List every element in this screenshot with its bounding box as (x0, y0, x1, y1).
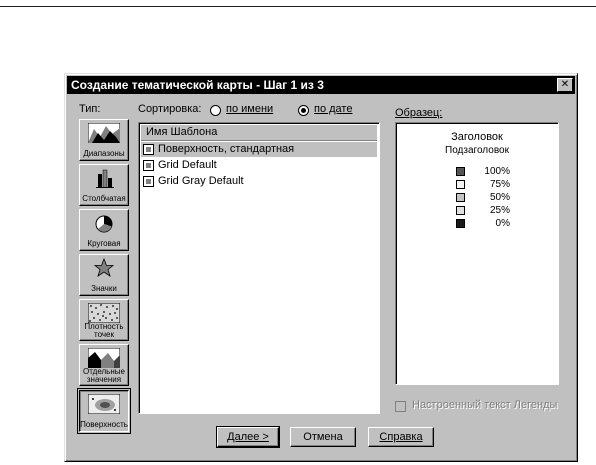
legend-swatch (456, 193, 465, 202)
sort-label: Сортировка: (138, 103, 202, 115)
legend-label: 100% (484, 166, 510, 177)
dialog-title: Создание тематической карты - Шаг 1 из 3 (71, 78, 324, 92)
next-button-label: Далее > (227, 431, 269, 443)
type-button-label: Круговая (87, 239, 121, 248)
list-item[interactable]: Grid Gray Default (141, 174, 377, 189)
type-button-ranges[interactable]: Диапазоны (79, 119, 129, 161)
legend-swatch (456, 180, 465, 189)
type-button-label: Диапазоны (83, 149, 125, 158)
type-button-label: Отдельные значения (83, 367, 125, 384)
dot-density-icon (88, 303, 120, 323)
sort-by-date-radio[interactable] (298, 105, 309, 116)
preview-label: Образец: (395, 107, 443, 119)
template-name-column-header: Имя Шаблона (146, 126, 218, 138)
type-button-symbols[interactable]: Значки (79, 254, 129, 296)
close-button[interactable]: ✕ (557, 78, 573, 92)
type-button-individual-values[interactable]: Отдельные значения (79, 344, 129, 386)
type-button-label: Значки (91, 284, 117, 293)
cancel-button-label: Отмена (303, 431, 343, 443)
ranges-map-icon (88, 123, 120, 143)
dialog-titlebar[interactable]: Создание тематической карты - Шаг 1 из 3… (67, 76, 575, 94)
legend-swatch (456, 206, 465, 215)
legend-swatch (456, 167, 465, 176)
list-item[interactable]: Поверхность, стандартная (141, 142, 377, 157)
legend-label: 0% (495, 218, 510, 229)
type-button-bar-chart[interactable]: Столбчатая (79, 164, 129, 206)
preview-subtitle: Подзаголовок (445, 145, 509, 156)
sort-by-date-label[interactable]: по дате (314, 103, 352, 115)
custom-legend-label: Настроенный текст Легенды (412, 399, 558, 411)
sort-by-name-radio[interactable] (210, 105, 221, 116)
custom-legend-checkbox[interactable] (395, 401, 406, 412)
type-button-pie-chart[interactable]: Круговая (79, 209, 129, 251)
list-item-label: Grid Default (158, 159, 217, 171)
create-thematic-map-dialog: Создание тематической карты - Шаг 1 из 3… (64, 73, 578, 462)
template-icon (143, 144, 154, 155)
legend-label: 75% (489, 179, 510, 190)
help-button[interactable]: Справка (368, 427, 434, 447)
list-item[interactable]: Grid Default (141, 158, 377, 173)
list-item-label: Grid Gray Default (158, 175, 244, 187)
type-button-label: Плотность точек (84, 322, 124, 339)
preview-panel: Заголовок Подзаголовок 100% 75% 50% 25% … (395, 122, 559, 385)
template-icon (143, 160, 154, 171)
pie-chart-icon (95, 215, 113, 233)
surface-map-icon (88, 394, 120, 414)
legend-swatch (456, 219, 465, 228)
individual-values-map-icon (88, 348, 120, 368)
help-button-label: Справка (379, 431, 423, 443)
legend-label: 25% (489, 205, 510, 216)
type-button-dot-density[interactable]: Плотность точек (79, 299, 129, 341)
bar-chart-icon (96, 169, 114, 188)
cancel-button[interactable]: Отмена (290, 427, 356, 447)
type-button-label: Столбчатая (82, 194, 126, 203)
template-icon (143, 176, 154, 187)
sort-by-name-label[interactable]: по имени (226, 103, 273, 115)
type-button-label: Поверхность (80, 420, 128, 429)
type-label: Тип: (79, 103, 101, 115)
preview-title: Заголовок (451, 131, 503, 143)
star-symbol-icon (93, 258, 115, 277)
template-list[interactable]: Имя Шаблона Поверхность, стандартная Gri… (138, 122, 380, 414)
next-button[interactable]: Далее > (216, 426, 280, 448)
legend-label: 50% (489, 192, 510, 203)
page-top-rule (0, 6, 596, 7)
template-list-header[interactable]: Имя Шаблона (141, 125, 377, 141)
type-button-surface[interactable]: Поверхность (77, 388, 131, 434)
list-item-label: Поверхность, стандартная (158, 143, 295, 155)
